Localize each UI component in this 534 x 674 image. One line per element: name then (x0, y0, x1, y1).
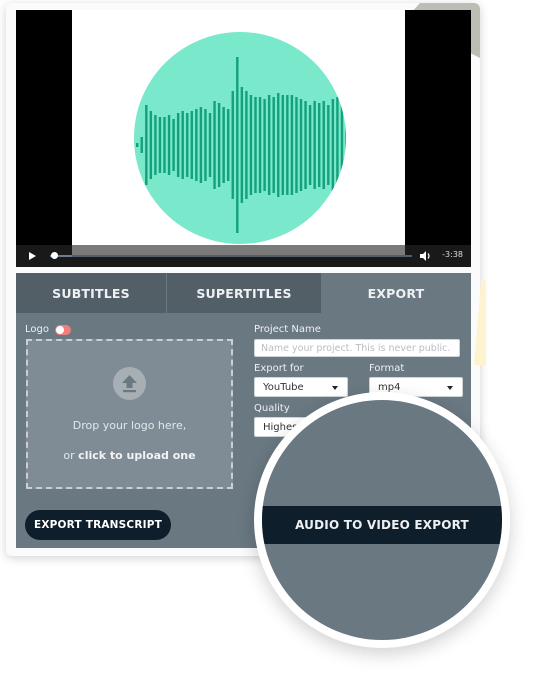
waveform-bar (295, 97, 298, 193)
waveform-bar (154, 115, 157, 175)
waveform-bar (199, 107, 203, 183)
export-transcript-button[interactable]: EXPORT TRANSCRIPT (25, 510, 171, 540)
audio-to-video-export-button[interactable]: AUDIO TO VIDEO EXPORT (262, 506, 502, 544)
waveform-bar (158, 117, 162, 173)
waveform-bar (222, 107, 225, 183)
waveform-bar (145, 105, 148, 185)
waveform-bar (277, 93, 280, 197)
waveform-bar (286, 95, 289, 195)
volume-icon[interactable] (418, 249, 432, 263)
waveform-bar (181, 111, 184, 179)
dropzone-instruction: Drop your logo here, (72, 419, 187, 432)
waveform-bar (281, 95, 284, 195)
waveform-bar (136, 143, 139, 147)
tab-supertitles[interactable]: SUPERTITLES (167, 273, 321, 313)
waveform-bar (190, 111, 193, 179)
audio-waveform (136, 57, 346, 233)
project-name-label: Project Name (254, 324, 321, 335)
project-name-input[interactable]: Name your project. This is never public. (254, 339, 460, 357)
waveform-bar (318, 103, 321, 187)
time-remaining: -3:38 (442, 250, 463, 259)
waveform-bar (336, 97, 339, 193)
quality-label: Quality (254, 403, 290, 414)
waveform-bar (236, 57, 239, 233)
waveform-bar (167, 115, 171, 175)
waveform-bar (331, 99, 335, 191)
video-player[interactable]: -3:38 (16, 10, 471, 267)
logo-toggle[interactable] (55, 325, 71, 335)
chevron-down-icon (447, 386, 453, 390)
waveform-bar (149, 111, 153, 179)
waveform-bar (249, 95, 253, 195)
export-for-select[interactable]: YouTube (254, 377, 348, 397)
waveform-bar (163, 117, 166, 173)
waveform-bar (313, 101, 316, 189)
chevron-down-icon (332, 386, 338, 390)
upload-icon (113, 367, 146, 400)
play-icon[interactable] (25, 249, 39, 263)
waveform-bar (227, 109, 230, 181)
waveform-bar (263, 99, 266, 191)
magnifier-content: AUDIO TO VIDEO EXPORT (262, 400, 502, 640)
waveform-bar (322, 101, 325, 189)
format-label: Format (369, 363, 405, 374)
audio-waveform-disc (134, 32, 346, 244)
waveform-bar (217, 103, 221, 187)
seek-handle[interactable] (50, 252, 58, 259)
waveform-bar (290, 95, 294, 195)
dropzone-or-text: or (63, 449, 79, 462)
waveform-bar (258, 97, 262, 193)
waveform-bar (140, 137, 143, 153)
seek-bar[interactable] (50, 252, 412, 259)
waveform-bar (340, 95, 344, 195)
player-controls: -3:38 (16, 245, 471, 267)
waveform-bar (172, 119, 175, 171)
tab-subtitles[interactable]: SUBTITLES (16, 273, 167, 313)
waveform-bar (213, 101, 216, 189)
waveform-bar (345, 93, 346, 197)
logo-label: Logo (25, 324, 49, 335)
waveform-bar (240, 87, 244, 203)
click-to-upload-link[interactable]: click to upload one (78, 449, 195, 462)
waveform-bar (327, 105, 330, 185)
waveform-bar (208, 113, 212, 177)
export-for-label: Export for (254, 363, 304, 374)
waveform-bar (204, 109, 207, 181)
logo-dropzone[interactable]: Drop your logo here, or click to upload … (26, 339, 233, 489)
waveform-bar (195, 109, 198, 181)
waveform-bar (308, 105, 312, 185)
magnifier-callout: AUDIO TO VIDEO EXPORT (254, 392, 510, 648)
dropzone-upload-line: or click to upload one (28, 449, 231, 462)
waveform-bar (231, 91, 234, 199)
waveform-bar (245, 91, 248, 199)
waveform-bar (186, 113, 189, 177)
export-for-value: YouTube (263, 382, 304, 393)
waveform-bar (254, 97, 257, 193)
waveform-bar (299, 99, 303, 191)
tab-bar: SUBTITLES SUPERTITLES EXPORT (16, 273, 471, 313)
waveform-bar (267, 95, 271, 195)
tab-export[interactable]: EXPORT (321, 273, 471, 313)
waveform-bar (176, 113, 180, 177)
waveform-bar (272, 97, 275, 193)
waveform-bar (304, 101, 307, 189)
